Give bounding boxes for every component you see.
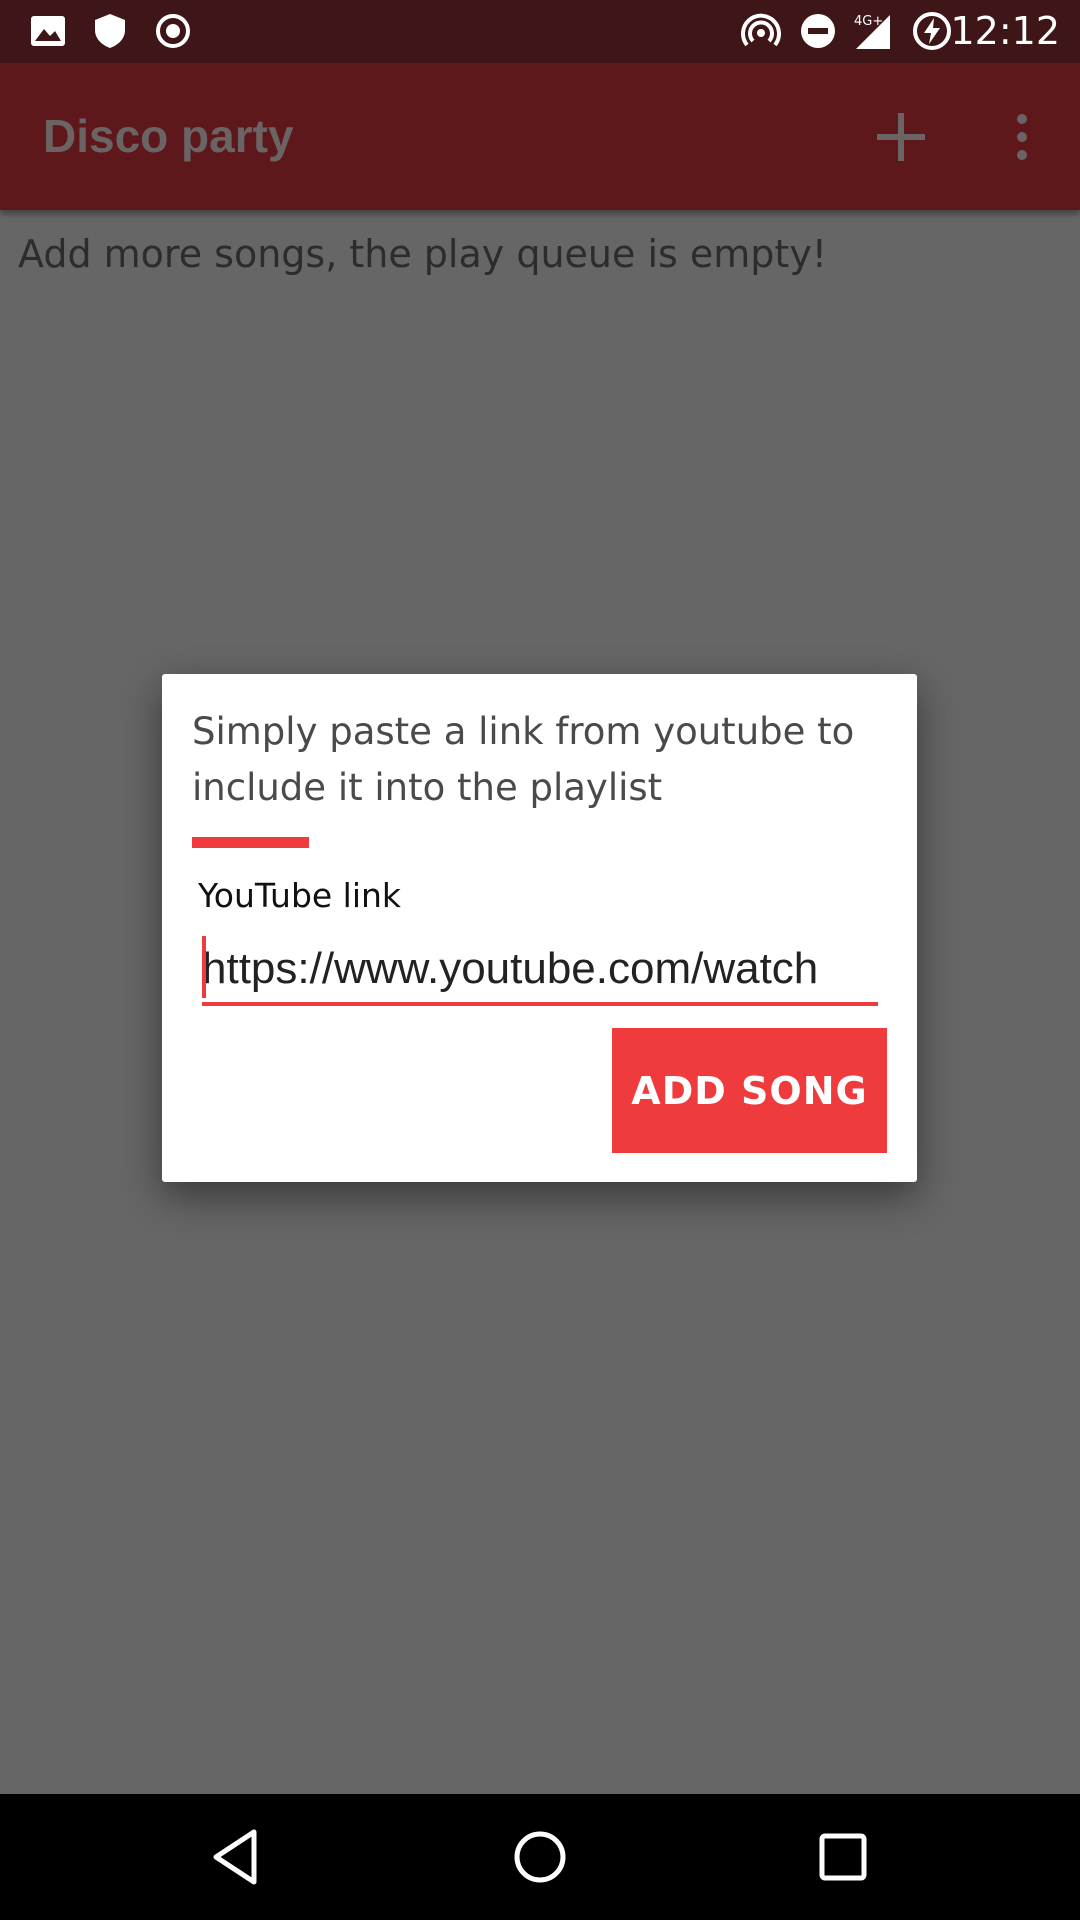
page-title: Disco party: [43, 110, 294, 162]
battery-charging-icon: [913, 12, 951, 50]
status-time: 12:12: [950, 9, 1060, 53]
recents-icon[interactable]: [810, 1824, 876, 1890]
status-bar: 4G+ 12:12: [0, 0, 1080, 63]
add-song-button[interactable]: ADD SONG: [612, 1028, 887, 1153]
dialog-message: Simply paste a link from youtube to incl…: [192, 710, 855, 809]
add-icon[interactable]: [867, 103, 935, 171]
shield-icon: [95, 14, 125, 48]
home-icon[interactable]: [507, 1824, 573, 1890]
accent-divider: [192, 837, 309, 848]
image-icon: [31, 16, 65, 46]
more-vert-icon[interactable]: [988, 103, 1056, 171]
empty-queue-message: Add more songs, the play queue is empty!: [18, 232, 828, 276]
network-type-label: 4G+: [854, 14, 883, 29]
youtube-link-label: YouTube link: [198, 876, 402, 915]
do-not-disturb-icon: [801, 14, 835, 48]
back-icon[interactable]: [204, 1824, 270, 1890]
record-icon: [156, 14, 190, 48]
hotspot-icon: [741, 13, 781, 47]
signal-icon: 4G+: [854, 14, 890, 49]
add-song-dialog: Simply paste a link from youtube to incl…: [162, 674, 917, 1182]
youtube-link-input[interactable]: [202, 936, 878, 1006]
navigation-bar: [0, 1794, 1080, 1920]
app-bar: Disco party: [0, 63, 1080, 210]
text-caret: [202, 936, 206, 998]
